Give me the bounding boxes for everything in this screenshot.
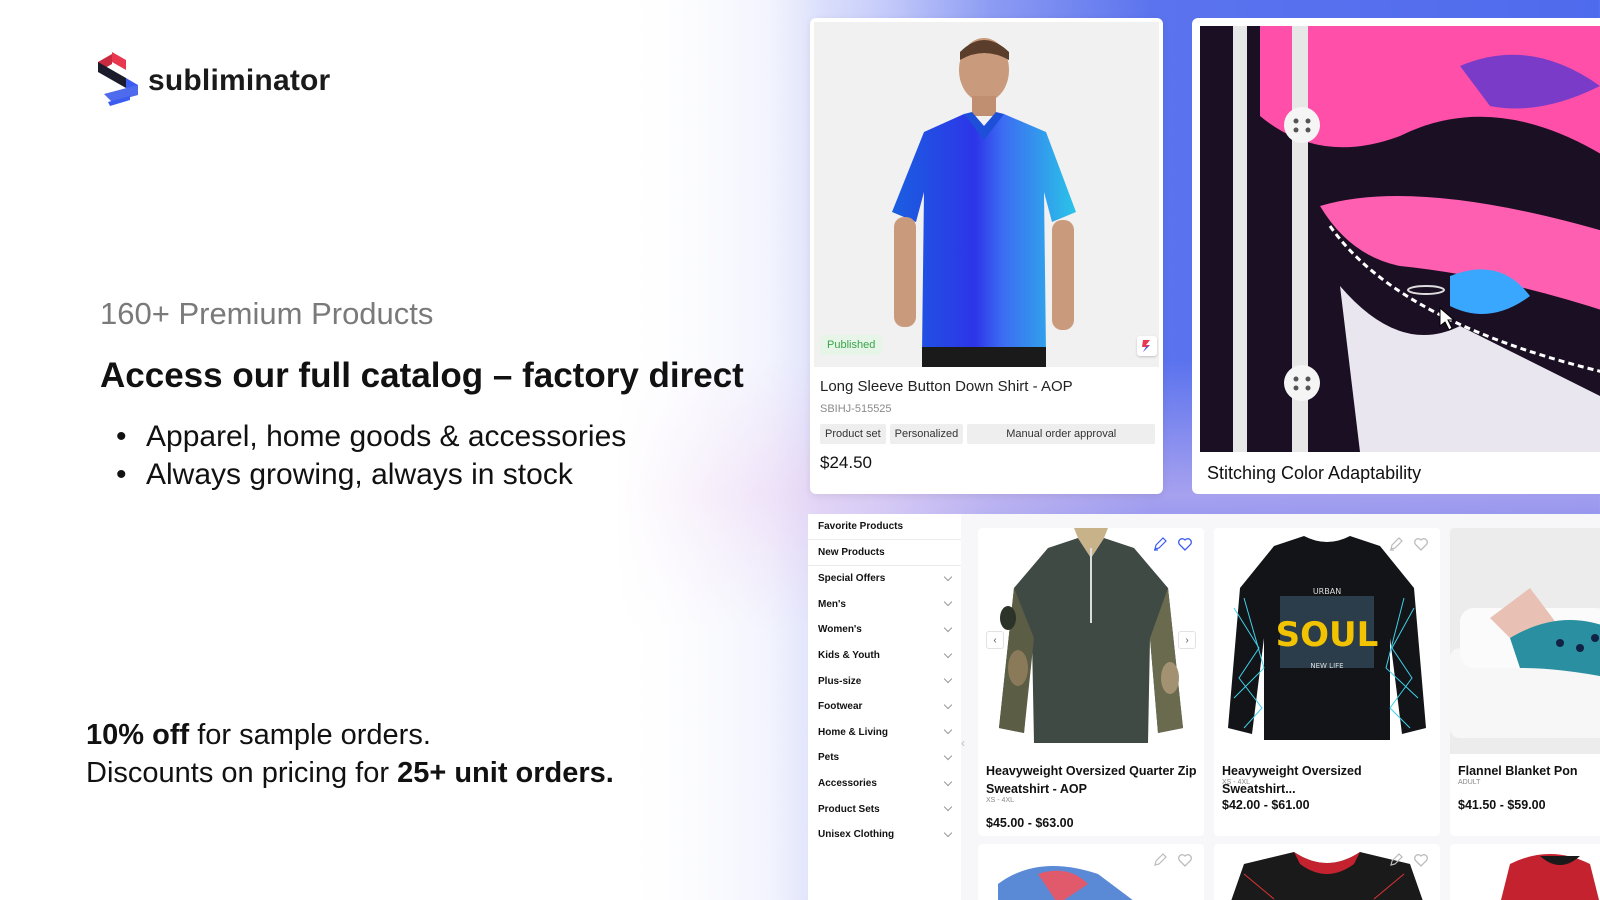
sidebar-item-pets[interactable]: Pets bbox=[808, 745, 961, 771]
product-tags: Product set Personalized Manual order ap… bbox=[820, 424, 1156, 444]
product-card[interactable] bbox=[1214, 844, 1440, 900]
sidebar-item-kids-youth[interactable]: Kids & Youth bbox=[808, 643, 961, 669]
product-image bbox=[978, 528, 1204, 754]
product-image: URBAN SOUL NEW LIFE bbox=[1214, 528, 1440, 754]
print-text-bottom: NEW LIFE bbox=[1310, 662, 1343, 670]
product-card[interactable]: ‹ › Heavyweight Oversized Quarter Zip Sw… bbox=[978, 528, 1204, 836]
product-card[interactable]: URBAN SOUL NEW LIFE Heavyweight Oversize… bbox=[1214, 528, 1440, 836]
status-badge: Published bbox=[820, 335, 883, 355]
sidebar-item-new-products[interactable]: New Products bbox=[808, 540, 961, 566]
product-image bbox=[998, 866, 1133, 900]
chevron-down-icon bbox=[943, 777, 953, 786]
product-card[interactable] bbox=[978, 844, 1204, 900]
hero-eyebrow: 160+ Premium Products bbox=[100, 296, 434, 331]
subliminator-logo-icon bbox=[98, 52, 138, 106]
brand-mini-icon bbox=[1137, 336, 1157, 356]
product-image bbox=[1501, 854, 1599, 900]
feature-card: Stitching Color Adaptability bbox=[1192, 18, 1600, 494]
print-text-top: URBAN bbox=[1313, 587, 1341, 596]
edit-design-icon[interactable] bbox=[1388, 536, 1404, 552]
promo-line-1: 10% off for sample orders. bbox=[86, 719, 431, 751]
product-price: $24.50 bbox=[820, 453, 872, 472]
product-sizes: ADULT bbox=[1458, 779, 1481, 786]
product-price: $45.00 - $63.00 bbox=[986, 816, 1074, 830]
edit-design-icon[interactable] bbox=[1388, 852, 1404, 868]
chevron-down-icon bbox=[943, 623, 953, 633]
chevron-down-icon bbox=[943, 828, 953, 837]
product-image bbox=[814, 22, 1159, 367]
edit-design-icon[interactable] bbox=[1152, 852, 1168, 868]
product-card[interactable]: Flannel Blanket Pon ADULT $41.50 - $59.0… bbox=[1450, 528, 1600, 836]
chevron-down-icon bbox=[943, 598, 953, 607]
featured-product-card[interactable]: Published Long Sleeve Button Down Shirt … bbox=[810, 18, 1163, 494]
hero-bullet-list: Apparel, home goods & accessories Always… bbox=[116, 418, 626, 494]
sidebar-item-footwear[interactable]: Footwear bbox=[808, 694, 961, 720]
product-price: $41.50 - $59.00 bbox=[1458, 798, 1546, 812]
sidebar-item-special-offers[interactable]: Special Offers bbox=[808, 566, 961, 592]
product-sku: SBIHJ-515525 bbox=[820, 403, 892, 415]
product-tag: Manual order approval bbox=[967, 424, 1156, 444]
product-tag: Product set bbox=[820, 424, 886, 444]
product-image bbox=[1450, 528, 1600, 754]
sidebar-item-accessories[interactable]: Accessories bbox=[808, 771, 961, 797]
sidebar-item-unisex-clothing[interactable]: Unisex Clothing bbox=[808, 822, 961, 848]
promo-line-2: Discounts on pricing for 25+ unit orders… bbox=[86, 757, 614, 789]
sidebar-item-plus-size[interactable]: Plus-size bbox=[808, 668, 961, 694]
sidebar-item-womens[interactable]: Women's bbox=[808, 617, 961, 643]
sidebar-item-mens[interactable]: Men's bbox=[808, 592, 961, 618]
feature-title: Stitching Color Adaptability bbox=[1207, 463, 1422, 483]
catalog-panel: Favorite Products New Products Special O… bbox=[808, 514, 1600, 900]
hero-bullet: Apparel, home goods & accessories bbox=[116, 418, 626, 456]
hero-headline: Access our full catalog – factory direct bbox=[100, 356, 744, 395]
stitching-closeup-image bbox=[1200, 26, 1600, 452]
heart-icon[interactable] bbox=[1413, 852, 1429, 868]
edit-design-icon[interactable] bbox=[1152, 536, 1168, 552]
product-name[interactable]: Heavyweight Oversized Quarter Zip Sweats… bbox=[986, 762, 1198, 798]
chevron-down-icon bbox=[943, 674, 953, 684]
prev-image-button[interactable]: ‹ bbox=[986, 631, 1004, 649]
brand-name: subliminator bbox=[148, 64, 331, 97]
sidebar-collapse-icon[interactable]: ‹ bbox=[961, 736, 971, 756]
print-text-main: SOUL bbox=[1276, 615, 1379, 655]
product-sizes: XS - 4XL bbox=[1222, 779, 1251, 786]
heart-icon[interactable] bbox=[1177, 536, 1193, 552]
sidebar-item-favorite-products[interactable]: Favorite Products bbox=[808, 514, 961, 540]
chevron-down-icon bbox=[943, 572, 953, 582]
product-name[interactable]: Heavyweight Oversized Sweatshirt... bbox=[1222, 762, 1434, 798]
heart-icon[interactable] bbox=[1177, 852, 1193, 868]
product-price: $42.00 - $61.00 bbox=[1222, 798, 1310, 812]
chevron-down-icon bbox=[943, 700, 953, 710]
product-card[interactable] bbox=[1450, 844, 1600, 900]
sidebar-item-product-sets[interactable]: Product Sets bbox=[808, 796, 961, 822]
product-image bbox=[1231, 852, 1423, 900]
product-tag: Personalized bbox=[889, 424, 964, 444]
heart-icon[interactable] bbox=[1413, 536, 1429, 552]
sidebar-item-home-living[interactable]: Home & Living bbox=[808, 720, 961, 746]
chevron-down-icon bbox=[943, 751, 953, 761]
chevron-down-icon bbox=[943, 802, 953, 812]
product-sizes: XS - 4XL bbox=[986, 797, 1015, 804]
product-name[interactable]: Flannel Blanket Pon bbox=[1458, 762, 1600, 780]
chevron-down-icon bbox=[943, 726, 953, 735]
next-image-button[interactable]: › bbox=[1178, 631, 1196, 649]
product-title[interactable]: Long Sleeve Button Down Shirt - AOP bbox=[820, 378, 1073, 395]
category-sidebar: Favorite Products New Products Special O… bbox=[808, 514, 961, 900]
chevron-down-icon bbox=[943, 649, 953, 658]
brand-logo: subliminator bbox=[98, 52, 330, 110]
hero-bullet: Always growing, always in stock bbox=[116, 456, 626, 494]
promo-text: 10% off for sample orders. Discounts on … bbox=[86, 716, 614, 792]
